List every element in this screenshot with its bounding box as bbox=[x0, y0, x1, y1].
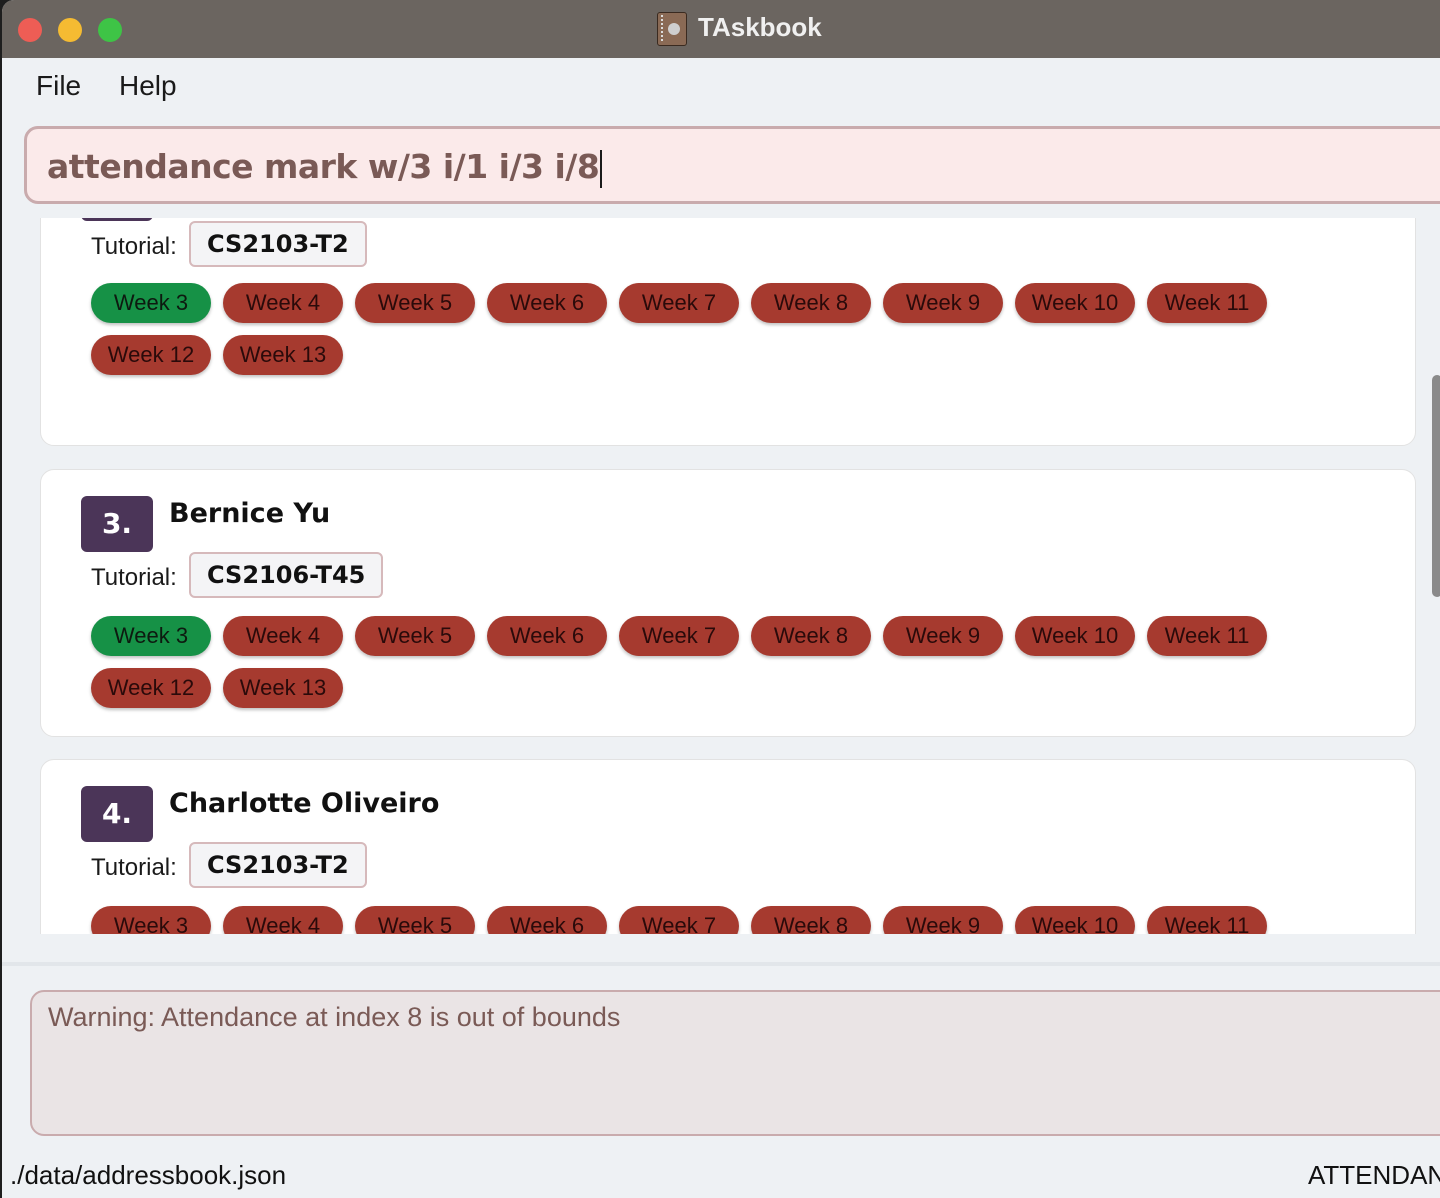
menu-file[interactable]: File bbox=[36, 70, 81, 102]
week-pill: Week 8 bbox=[751, 283, 871, 323]
week-pill: Week 12 bbox=[91, 668, 211, 708]
week-pill: Week 4 bbox=[223, 906, 343, 934]
command-box[interactable]: attendance mark w/3 i/1 i/3 i/8 bbox=[24, 126, 1440, 204]
week-pill: Week 3 bbox=[91, 906, 211, 934]
week-pill: Week 11 bbox=[1147, 283, 1267, 323]
week-pill: Week 7 bbox=[619, 283, 739, 323]
tutorial-tag: CS2103-T2 bbox=[189, 842, 367, 888]
week-pill: Week 7 bbox=[619, 906, 739, 934]
minimize-window-button[interactable] bbox=[58, 18, 82, 42]
result-display: Warning: Attendance at index 8 is out of… bbox=[30, 990, 1440, 1136]
week-pill: Week 8 bbox=[751, 616, 871, 656]
tutorial-label: Tutorial: bbox=[91, 233, 177, 260]
app-window: TAskbook File Help attendance mark w/3 i… bbox=[2, 0, 1440, 1198]
week-pill: Week 5 bbox=[355, 283, 475, 323]
maximize-window-button[interactable] bbox=[98, 18, 122, 42]
command-text: attendance mark w/3 i/1 i/3 i/8 bbox=[47, 147, 600, 186]
week-pill: Week 9 bbox=[883, 616, 1003, 656]
index-badge: 4. bbox=[81, 786, 153, 842]
person-card[interactable]: 3. Bernice Yu Tutorial: CS2106-T45 Week … bbox=[40, 469, 1416, 737]
week-pill: Week 11 bbox=[1147, 616, 1267, 656]
week-pill: Week 4 bbox=[223, 616, 343, 656]
index-badge: 3. bbox=[81, 496, 153, 552]
week-pill: Week 11 bbox=[1147, 906, 1267, 934]
tutorial-tag: CS2106-T45 bbox=[189, 552, 384, 598]
list-scrollbar[interactable] bbox=[1432, 375, 1440, 597]
command-input[interactable]: attendance mark w/3 i/1 i/3 i/8 bbox=[47, 147, 603, 188]
week-pill: Week 10 bbox=[1015, 616, 1135, 656]
week-pill: Week 10 bbox=[1015, 283, 1135, 323]
text-caret bbox=[600, 149, 603, 188]
tutorial-tag: CS2103-T2 bbox=[189, 221, 367, 267]
title-bar: TAskbook bbox=[2, 0, 1440, 58]
index-badge bbox=[81, 218, 153, 221]
week-pill: Week 8 bbox=[751, 906, 871, 934]
week-pill: Week 5 bbox=[355, 616, 475, 656]
result-panel: Warning: Attendance at index 8 is out of… bbox=[2, 962, 1440, 1154]
save-location: ./data/addressbook.json bbox=[10, 1160, 287, 1190]
week-pill: Week 5 bbox=[355, 906, 475, 934]
menu-bar: File Help bbox=[2, 58, 1440, 116]
week-pill: Week 6 bbox=[487, 616, 607, 656]
close-window-button[interactable] bbox=[18, 18, 42, 42]
window-title: TAskbook bbox=[698, 12, 822, 42]
week-pill: Week 3 bbox=[91, 283, 211, 323]
week-pill: Week 6 bbox=[487, 283, 607, 323]
week-pill: Week 6 bbox=[487, 906, 607, 934]
person-name: Bernice Yu bbox=[169, 498, 331, 529]
week-pill: Week 10 bbox=[1015, 906, 1135, 934]
week-pill: Week 13 bbox=[223, 335, 343, 375]
person-card[interactable]: 4. Charlotte Oliveiro Tutorial: CS2103-T… bbox=[40, 759, 1416, 934]
menu-help[interactable]: Help bbox=[119, 70, 177, 102]
tutorial-label: Tutorial: bbox=[91, 854, 177, 881]
person-list[interactable]: Tutorial: CS2103-T2 Week 3 Week 4 Week 5 We… bbox=[2, 218, 1440, 934]
week-pill: Week 4 bbox=[223, 283, 343, 323]
week-pill: Week 12 bbox=[91, 335, 211, 375]
person-name: Charlotte Oliveiro bbox=[169, 788, 440, 819]
addressbook-icon bbox=[657, 12, 687, 46]
week-pill: Week 13 bbox=[223, 668, 343, 708]
status-bar: ./data/addressbook.json ATTENDAN bbox=[2, 1152, 1440, 1198]
tutorial-label: Tutorial: bbox=[91, 564, 177, 591]
week-pill: Week 9 bbox=[883, 906, 1003, 934]
person-card[interactable]: Tutorial: CS2103-T2 Week 3 Week 4 Week 5 We… bbox=[40, 218, 1416, 446]
week-pill: Week 7 bbox=[619, 616, 739, 656]
week-pill: Week 3 bbox=[91, 616, 211, 656]
week-pill: Week 9 bbox=[883, 283, 1003, 323]
mode-indicator: ATTENDAN bbox=[1308, 1160, 1440, 1190]
result-message: Warning: Attendance at index 8 is out of… bbox=[48, 1002, 621, 1032]
